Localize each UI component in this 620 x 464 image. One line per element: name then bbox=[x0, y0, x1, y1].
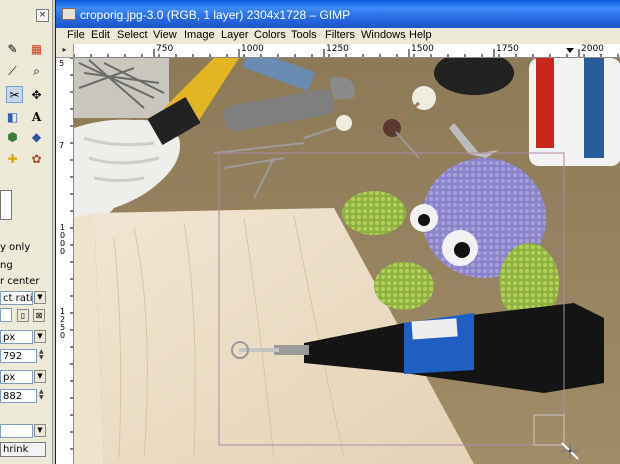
quick-mask-corner[interactable]: ▸ bbox=[56, 44, 74, 58]
fg-color-swatch[interactable] bbox=[0, 190, 12, 220]
unit-select-1[interactable]: px bbox=[0, 330, 33, 344]
close-icon[interactable]: × bbox=[36, 9, 49, 22]
menu-colors[interactable]: Colors bbox=[254, 29, 286, 41]
chevron-down-icon[interactable]: ▼ bbox=[34, 370, 46, 383]
unit-select-2[interactable]: px bbox=[0, 370, 33, 384]
hruler-label: 1000 bbox=[241, 44, 264, 54]
shrink-button[interactable]: hrink bbox=[0, 442, 46, 457]
swap-icon[interactable]: ⊠ bbox=[33, 309, 45, 322]
bucket-fill-tool-icon[interactable]: ◆ bbox=[28, 128, 45, 145]
width-field[interactable]: 792 bbox=[0, 349, 37, 363]
hruler-label: 1750 bbox=[496, 44, 519, 54]
flip-tool-icon[interactable]: ◧ bbox=[4, 108, 21, 125]
hruler-label: 1250 bbox=[326, 44, 349, 54]
color-picker-tool-icon[interactable]: ▦ bbox=[28, 40, 45, 57]
crop-tool-icon[interactable]: ✂ bbox=[6, 86, 23, 103]
vruler-label: 7 bbox=[59, 141, 65, 150]
ruler-pointer-icon bbox=[566, 48, 574, 53]
menu-windows[interactable]: Windows bbox=[361, 29, 406, 41]
horizontal-ruler[interactable]: 750 1000 1250 1500 1750 2000 bbox=[74, 44, 620, 58]
title-bar: croporig.jpg-3.0 (RGB, 1 layer) 2304x172… bbox=[56, 0, 620, 28]
spinner-icon[interactable]: ▲ ▼ bbox=[39, 349, 45, 362]
perspective-tool-icon[interactable]: ⬢ bbox=[4, 128, 21, 145]
image-canvas[interactable] bbox=[74, 58, 620, 464]
menu-image[interactable]: Image bbox=[184, 29, 215, 41]
spinner-icon[interactable]: ▲ ▼ bbox=[39, 389, 45, 402]
paintbrush-tool-icon[interactable]: ✎ bbox=[4, 40, 21, 57]
delete-icon[interactable]: ▯ bbox=[17, 309, 29, 322]
vruler-label: 1250 bbox=[60, 307, 66, 340]
hruler-label: 750 bbox=[156, 44, 174, 54]
clone-tool-icon[interactable]: ✿ bbox=[28, 150, 45, 167]
eyedropper-tool-icon[interactable]: ⟋ bbox=[4, 63, 21, 80]
chevron-down-icon[interactable]: ▼ bbox=[34, 424, 46, 437]
option-ng-label: ng bbox=[0, 260, 13, 271]
chevron-down-icon[interactable]: ▼ bbox=[34, 291, 46, 304]
menu-file[interactable]: File bbox=[67, 29, 85, 41]
photo bbox=[74, 58, 620, 464]
heal-tool-icon[interactable]: ✚ bbox=[4, 150, 21, 167]
menu-tools[interactable]: Tools bbox=[291, 29, 317, 41]
vruler-label: 5 bbox=[59, 59, 65, 68]
menu-view[interactable]: View bbox=[153, 29, 177, 41]
height-field[interactable]: 882 bbox=[0, 389, 37, 403]
menu-layer[interactable]: Layer bbox=[221, 29, 249, 41]
vruler-label: 1000 bbox=[60, 223, 66, 256]
option-center-label: r center bbox=[0, 276, 40, 287]
image-window: croporig.jpg-3.0 (RGB, 1 layer) 2304x172… bbox=[55, 0, 620, 464]
zoom-tool-icon[interactable]: ⌕ bbox=[28, 63, 45, 80]
menu-help[interactable]: Help bbox=[409, 29, 432, 41]
text-tool-icon[interactable]: A bbox=[28, 108, 45, 125]
hruler-label: 1500 bbox=[411, 44, 434, 54]
option-only-label: y only bbox=[0, 242, 31, 253]
gimp-image-icon bbox=[62, 8, 76, 20]
chevron-down-icon[interactable]: ▼ bbox=[34, 330, 46, 343]
hruler-label: 2000 bbox=[581, 44, 604, 54]
aspect-select[interactable]: ct ratio bbox=[0, 291, 33, 305]
toolbox-panel: × ✎ ▦ ⟋ ⌕ ⌐ ✂ ✥ ◧ A ⬢ ◆ ✚ ✿ y only ng r … bbox=[0, 0, 53, 464]
menu-filters[interactable]: Filters bbox=[325, 29, 355, 41]
window-title: croporig.jpg-3.0 (RGB, 1 layer) 2304x172… bbox=[80, 8, 351, 22]
menu-edit[interactable]: Edit bbox=[91, 29, 110, 41]
move-tool-icon[interactable]: ✥ bbox=[28, 86, 45, 103]
highlight-select[interactable] bbox=[0, 424, 33, 438]
vruler-ticks-graphic bbox=[70, 58, 73, 450]
aspect-value-field[interactable] bbox=[0, 308, 12, 322]
vertical-ruler[interactable]: 5 7 1000 1250 bbox=[56, 58, 74, 464]
menu-select[interactable]: Select bbox=[117, 29, 148, 41]
menu-bar: File Edit Select View Image Layer Colors… bbox=[56, 28, 620, 44]
